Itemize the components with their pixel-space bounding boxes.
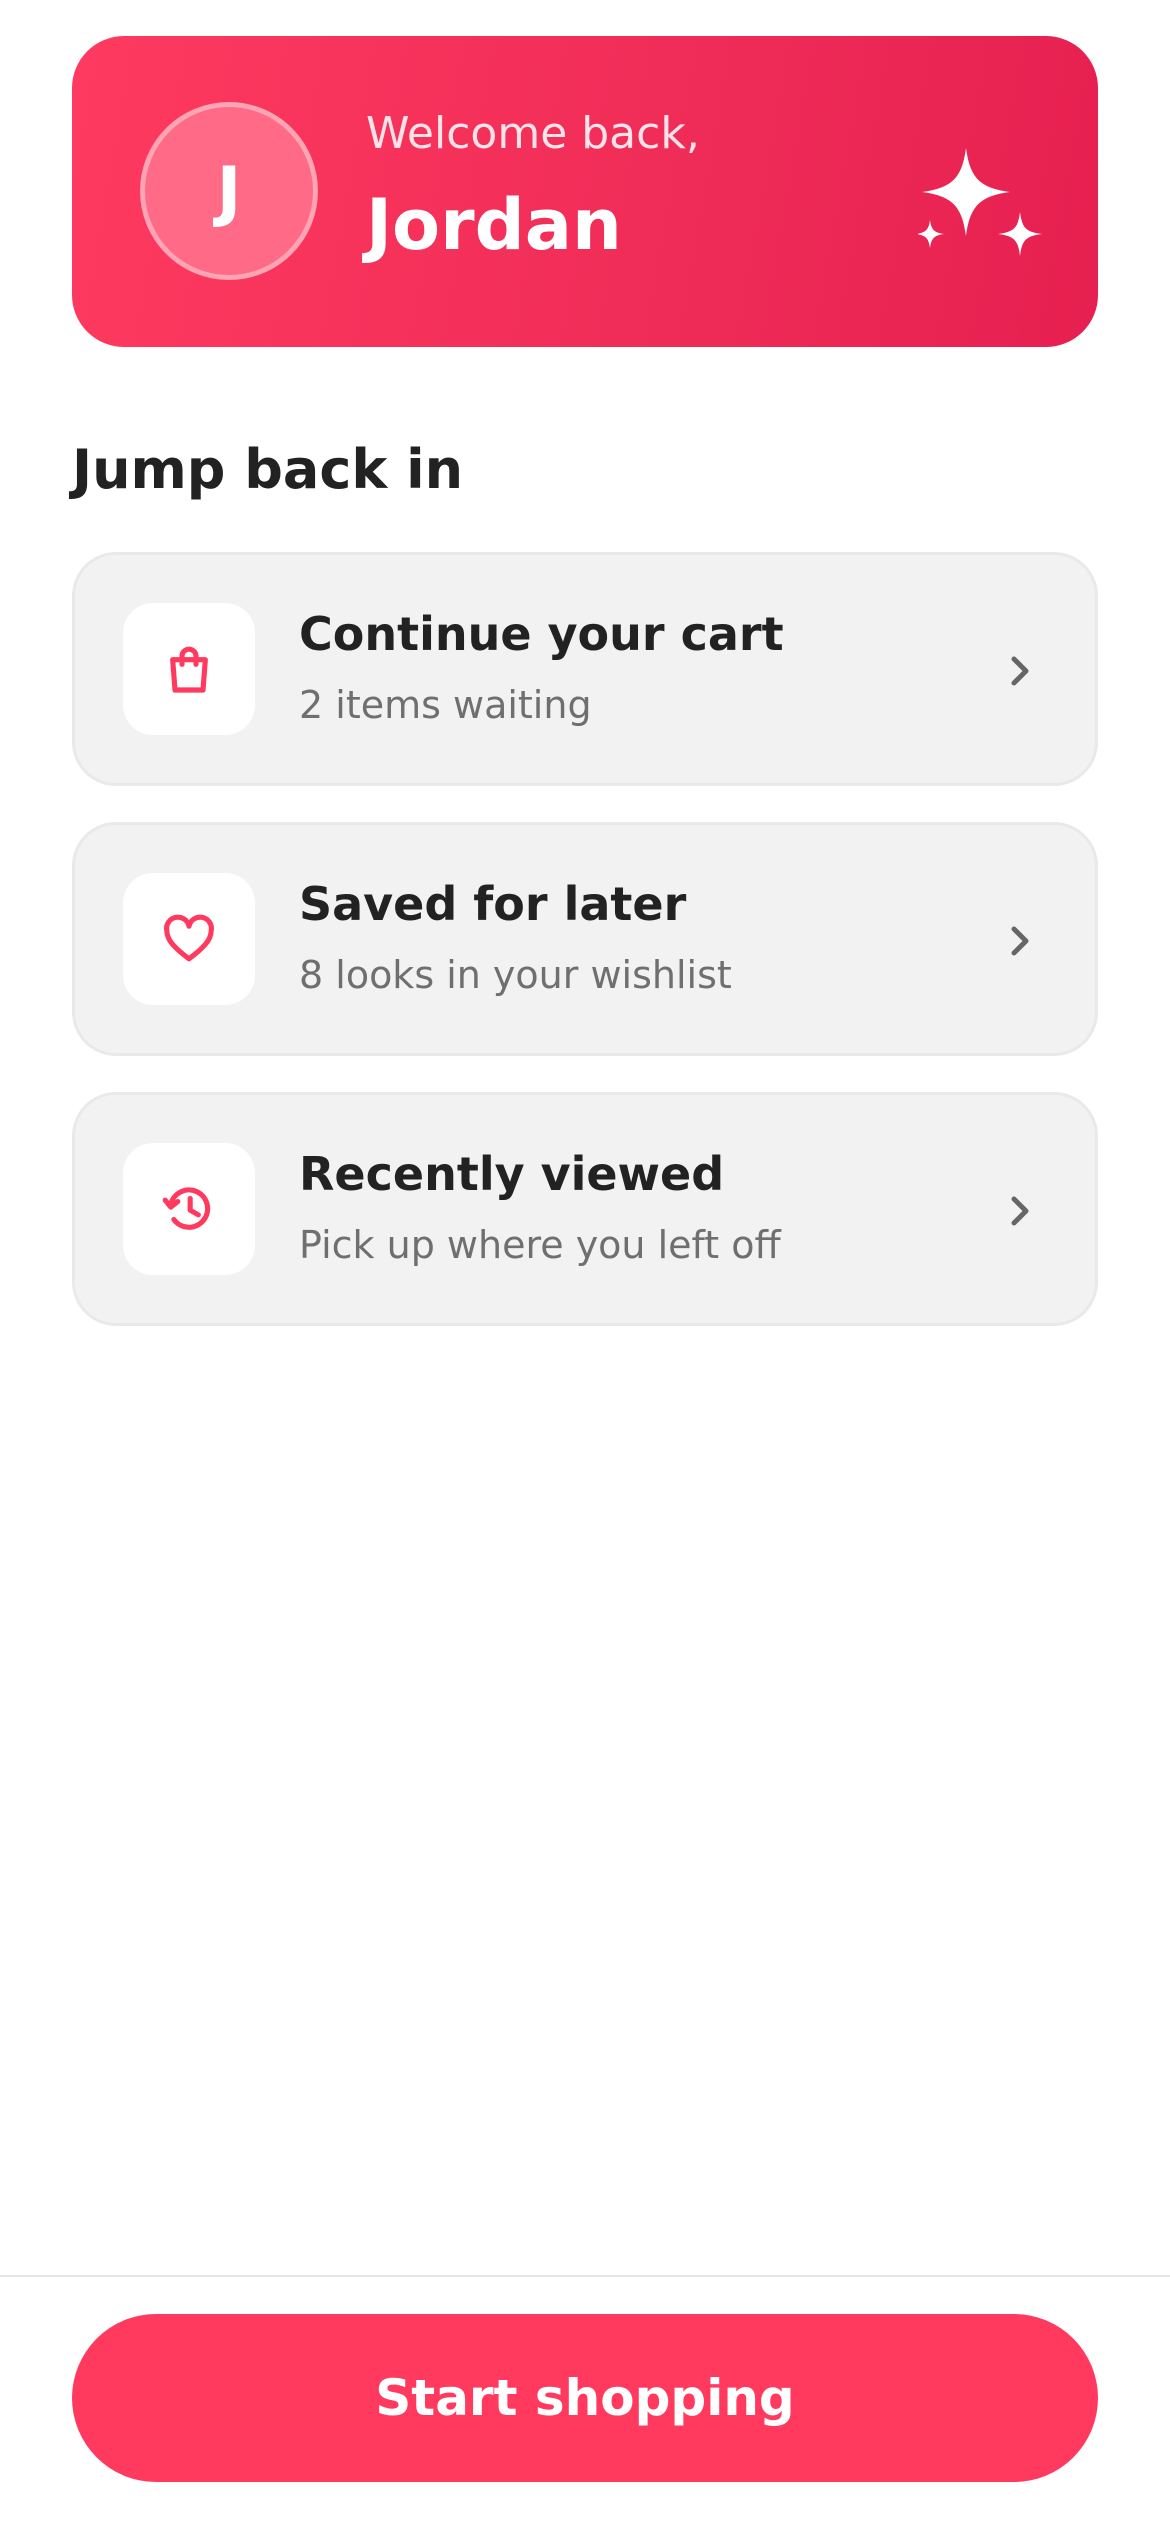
start-shopping-button[interactable]: Start shopping <box>72 2314 1098 2482</box>
card-icon-tile <box>123 1143 255 1275</box>
card-subtitle: 8 looks in your wishlist <box>299 953 732 997</box>
card-icon-tile <box>123 873 255 1005</box>
avatar[interactable]: J <box>140 102 318 280</box>
card-icon-tile <box>123 603 255 735</box>
avatar-initial: J <box>216 152 242 230</box>
recently-viewed-card[interactable]: Recently viewed Pick up where you left o… <box>72 1092 1098 1326</box>
heart-icon <box>164 914 214 962</box>
bottom-bar-divider <box>0 2275 1170 2277</box>
card-title: Continue your cart <box>299 607 784 661</box>
chevron-right-icon <box>1011 1196 1029 1226</box>
welcome-banner: J Welcome back, Jordan <box>72 36 1098 347</box>
chevron-right-icon <box>1011 656 1029 686</box>
chevron-right-icon <box>1011 926 1029 956</box>
continue-cart-card[interactable]: Continue your cart 2 items waiting <box>72 552 1098 786</box>
welcome-greeting: Welcome back, <box>366 108 700 159</box>
card-title: Recently viewed <box>299 1147 725 1201</box>
history-icon <box>162 1187 211 1230</box>
card-subtitle: Pick up where you left off <box>299 1223 781 1267</box>
shopping-bag-icon <box>170 646 208 693</box>
card-title: Saved for later <box>299 877 687 931</box>
card-subtitle: 2 items waiting <box>299 683 592 727</box>
saved-for-later-card[interactable]: Saved for later 8 looks in your wishlist <box>72 822 1098 1056</box>
sparkles-icon <box>918 148 1042 256</box>
user-name: Jordan <box>366 184 622 266</box>
section-title: Jump back in <box>72 438 464 501</box>
